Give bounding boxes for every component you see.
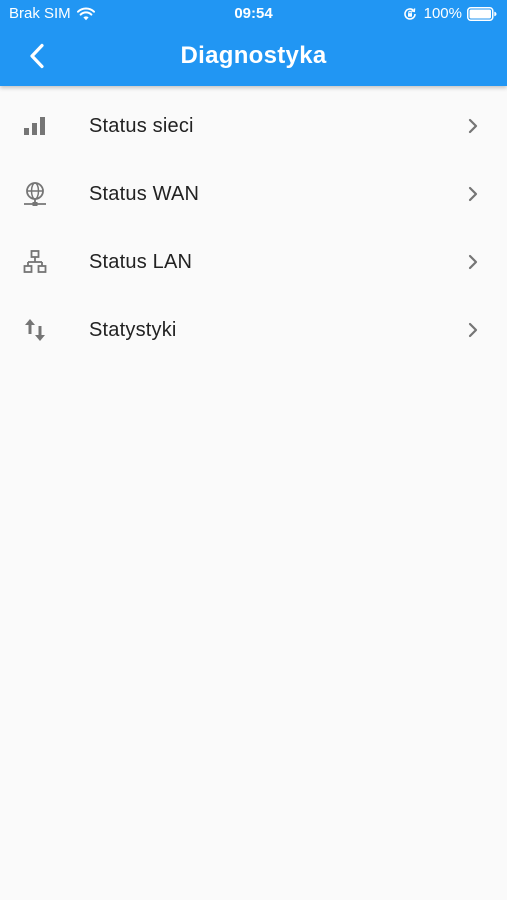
- menu-item-statystyki[interactable]: Statystyki: [0, 296, 507, 364]
- menu-item-status-sieci[interactable]: Status sieci: [0, 92, 507, 160]
- menu-item-status-lan[interactable]: Status LAN: [0, 228, 507, 296]
- globe-network-icon: [24, 182, 46, 206]
- chevron-right-icon: [468, 118, 478, 134]
- chevron-right-icon: [468, 322, 478, 338]
- menu-item-status-wan[interactable]: Status WAN: [0, 160, 507, 228]
- transfer-arrows-icon: [25, 319, 45, 341]
- battery-icon: [467, 6, 497, 21]
- menu-item-label: Statystyki: [89, 319, 177, 341]
- menu-item-label: Status WAN: [89, 183, 200, 205]
- diagnostics-menu: Status sieci Status WAN Status LAN Staty…: [0, 92, 507, 364]
- navigation-bar: Diagnostyka: [0, 28, 507, 86]
- menu-item-label: Status LAN: [89, 251, 193, 273]
- signal-bars-icon: [24, 117, 45, 135]
- menu-item-label: Status sieci: [89, 115, 194, 137]
- page-title: Diagnostyka: [180, 42, 327, 69]
- status-bar: Brak SIM 09:54 100%: [0, 0, 507, 28]
- orientation-lock-icon: [403, 7, 416, 20]
- chevron-right-icon: [468, 186, 478, 202]
- lan-hierarchy-icon: [23, 250, 47, 273]
- chevron-right-icon: [468, 254, 478, 270]
- battery-percent: 100%: [423, 5, 462, 22]
- app-bar: Brak SIM 09:54 100% Diagnostyka: [0, 0, 507, 86]
- status-indicators: 100%: [403, 5, 497, 22]
